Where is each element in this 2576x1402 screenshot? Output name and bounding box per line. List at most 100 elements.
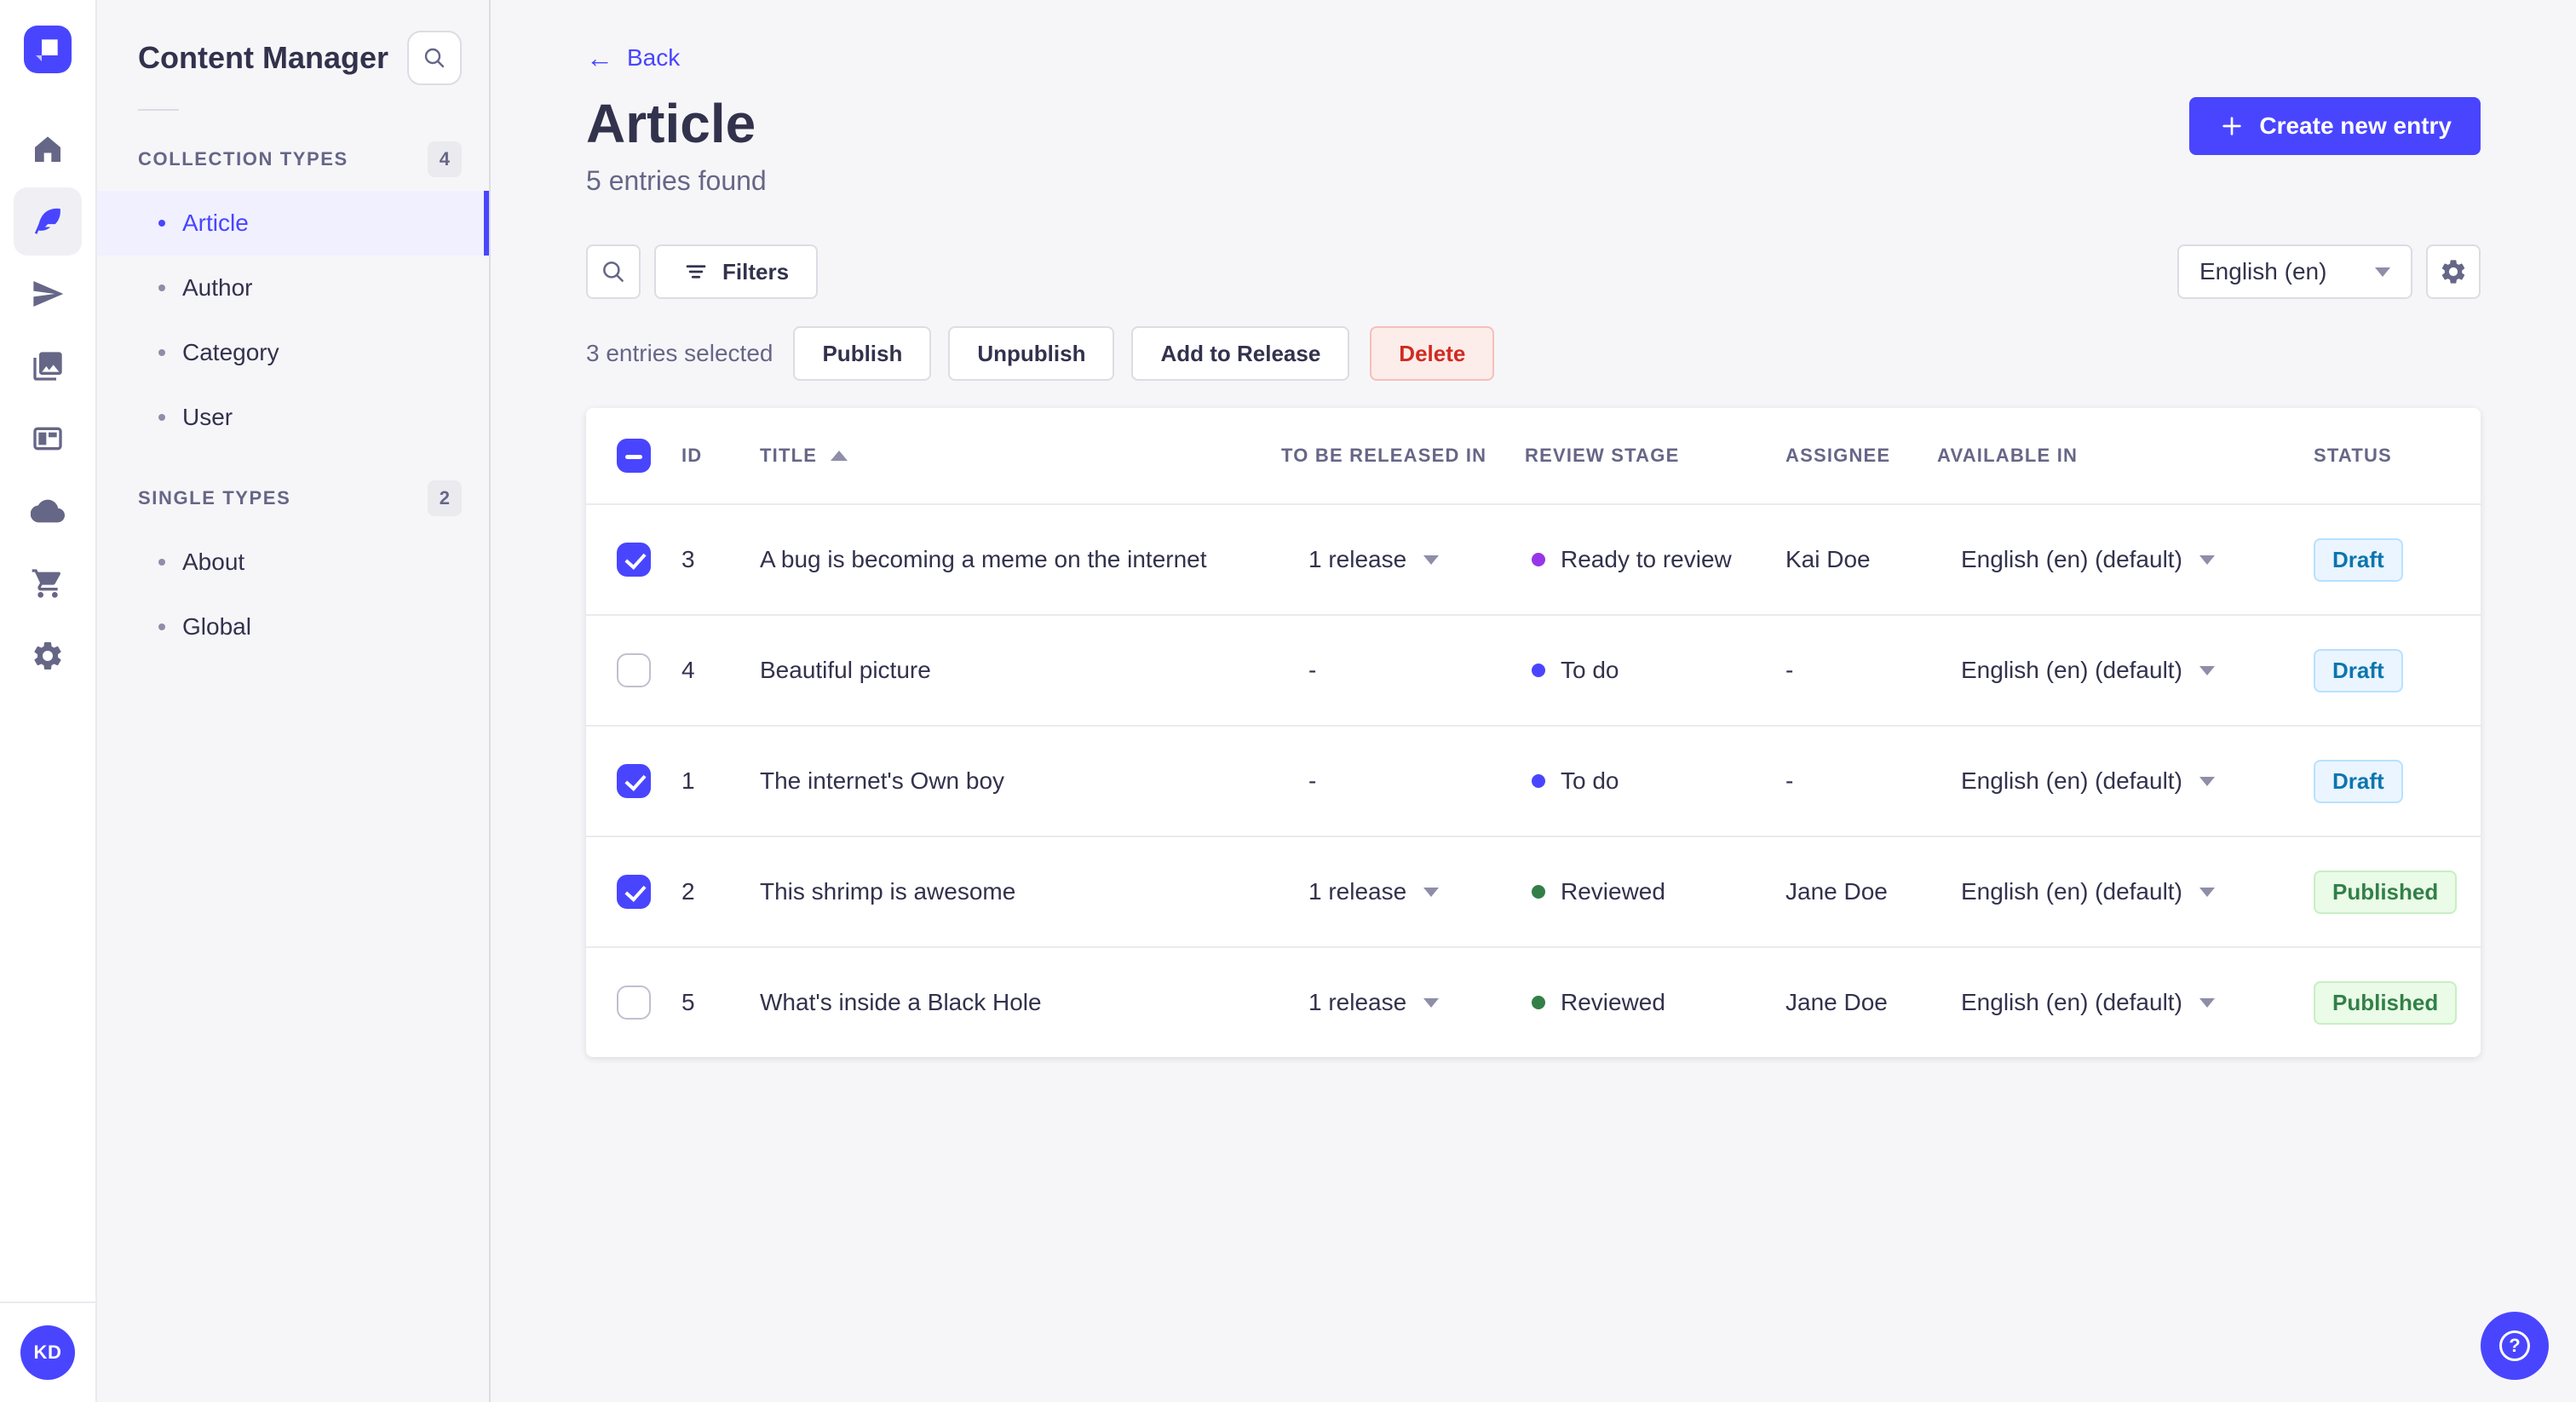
column-header-available-in[interactable]: AVAILABLE IN [1937, 445, 2314, 467]
cart-icon [31, 566, 65, 600]
row-release-cell[interactable]: 1 release [1281, 546, 1525, 573]
row-id: 3 [681, 546, 695, 572]
sidebar-item-article[interactable]: Article [97, 191, 489, 256]
row-checkbox[interactable] [617, 985, 651, 1020]
publish-button[interactable]: Publish [793, 326, 932, 381]
select-all-checkbox[interactable] [617, 439, 651, 473]
row-release-value: 1 release [1308, 546, 1407, 572]
nav-marketplace[interactable] [14, 549, 82, 618]
nav-releases[interactable] [14, 260, 82, 328]
column-header-title[interactable]: TITLE [760, 445, 1281, 467]
section-header: COLLECTION TYPES 4 [97, 121, 489, 191]
row-id: 4 [681, 657, 695, 683]
row-locale-cell[interactable]: English (en) (default) [1937, 767, 2314, 795]
row-locale-value: English (en) (default) [1961, 878, 2182, 905]
nav-media-library[interactable] [14, 332, 82, 400]
nav-home[interactable] [14, 115, 82, 183]
view-settings-button[interactable] [2426, 244, 2481, 299]
sidebar-item-global[interactable]: Global [97, 595, 489, 659]
nav-content-type-builder[interactable] [14, 405, 82, 473]
unpublish-button[interactable]: Unpublish [948, 326, 1115, 381]
sidebar-item-about[interactable]: About [97, 530, 489, 595]
row-locale-value: English (en) (default) [1961, 546, 2182, 572]
sidebar-item-category[interactable]: Category [97, 320, 489, 385]
sidebar-item-label: User [182, 404, 233, 430]
section-count-badge: 4 [427, 141, 462, 177]
section-items: About Global [97, 530, 489, 659]
row-checkbox[interactable] [617, 543, 651, 577]
back-label: Back [627, 44, 681, 71]
table-row[interactable]: 1 The internet's Own boy - To do - Engli… [586, 725, 2481, 836]
sidebar-item-label: Author [182, 274, 253, 301]
nav-settings[interactable] [14, 622, 82, 690]
back-link[interactable]: ← Back [586, 44, 680, 72]
user-avatar[interactable]: KD [20, 1325, 75, 1380]
status-badge: Draft [2314, 648, 2403, 692]
table-row[interactable]: 2 This shrimp is awesome 1 release Revie… [586, 836, 2481, 946]
back-arrow-icon: ← [586, 43, 613, 73]
row-status: Published [2314, 980, 2481, 1025]
add-to-release-button[interactable]: Add to Release [1131, 326, 1350, 381]
row-checkbox[interactable] [617, 653, 651, 687]
row-release-cell[interactable]: 1 release [1281, 878, 1525, 905]
row-assignee: - [1785, 657, 1794, 683]
table-search-button[interactable] [586, 244, 641, 299]
row-release-cell[interactable]: - [1281, 767, 1525, 795]
table-row[interactable]: 4 Beautiful picture - To do - English (e… [586, 614, 2481, 725]
column-header-assignee[interactable]: ASSIGNEE [1785, 445, 1937, 467]
chevron-down-icon [2199, 665, 2215, 675]
filters-button[interactable]: Filters [654, 244, 819, 299]
sidebar-item-user[interactable]: User [97, 385, 489, 450]
question-circle-icon: ? [2499, 1330, 2530, 1361]
row-locale-cell[interactable]: English (en) (default) [1937, 989, 2314, 1016]
stage-dot-icon [1532, 885, 1545, 899]
sidebar-sections: COLLECTION TYPES 4 Article Author Category Us… [97, 121, 489, 659]
row-release-cell[interactable]: - [1281, 657, 1525, 684]
stage-dot-icon [1532, 664, 1545, 677]
row-assignee: Jane Doe [1785, 878, 1888, 905]
status-badge: Published [2314, 870, 2458, 914]
create-new-entry-button[interactable]: Create new entry [2189, 97, 2481, 155]
main-content: ← Back Article 5 entries found Create ne… [491, 0, 2576, 1402]
rail-items [14, 111, 82, 694]
row-locale-cell[interactable]: English (en) (default) [1937, 546, 2314, 573]
row-locale-value: English (en) (default) [1961, 657, 2182, 683]
sidebar-item-label: Global [182, 613, 251, 640]
sidebar-divider [138, 109, 179, 111]
delete-button[interactable]: Delete [1370, 326, 1495, 381]
section-label: SINGLE TYPES [138, 487, 291, 509]
row-assignee: Jane Doe [1785, 989, 1888, 1015]
row-checkbox[interactable] [617, 875, 651, 909]
content-manager-sidebar: Content Manager COLLECTION TYPES 4 Article… [97, 0, 491, 1402]
bullet-icon [158, 220, 165, 227]
row-checkbox[interactable] [617, 764, 651, 798]
row-locale-cell[interactable]: English (en) (default) [1937, 657, 2314, 684]
sidebar-search-button[interactable] [407, 31, 462, 85]
row-locale-cell[interactable]: English (en) (default) [1937, 878, 2314, 905]
row-release-value: - [1308, 767, 1317, 794]
help-button[interactable]: ? [2481, 1312, 2549, 1380]
row-assignee: - [1785, 767, 1794, 794]
locale-select[interactable]: English (en) [2177, 244, 2412, 299]
table-row[interactable]: 5 What's inside a Black Hole 1 release R… [586, 946, 2481, 1057]
stage-label: Ready to review [1561, 546, 1732, 572]
nav-content-manager[interactable] [14, 187, 82, 256]
section-label: COLLECTION TYPES [138, 148, 348, 170]
column-header-id[interactable]: ID [681, 445, 760, 467]
chevron-down-icon [1423, 887, 1440, 897]
column-header-review-stage[interactable]: REVIEW STAGE [1525, 445, 1785, 467]
chevron-down-icon [1423, 997, 1440, 1008]
nav-deploy[interactable] [14, 477, 82, 545]
chevron-down-icon [2199, 997, 2215, 1008]
table-body: 3 A bug is becoming a meme on the intern… [586, 503, 2481, 1057]
sidebar-item-label: Category [182, 339, 279, 365]
table-row[interactable]: 3 A bug is becoming a meme on the intern… [586, 503, 2481, 614]
stage-dot-icon [1532, 774, 1545, 788]
strapi-logo-icon[interactable] [24, 26, 72, 73]
column-header-release[interactable]: TO BE RELEASED IN [1281, 445, 1525, 467]
column-header-status[interactable]: STATUS [2314, 445, 2481, 467]
row-release-cell[interactable]: 1 release [1281, 989, 1525, 1016]
status-badge: Draft [2314, 759, 2403, 803]
sidebar-item-author[interactable]: Author [97, 256, 489, 320]
row-id: 1 [681, 767, 695, 794]
